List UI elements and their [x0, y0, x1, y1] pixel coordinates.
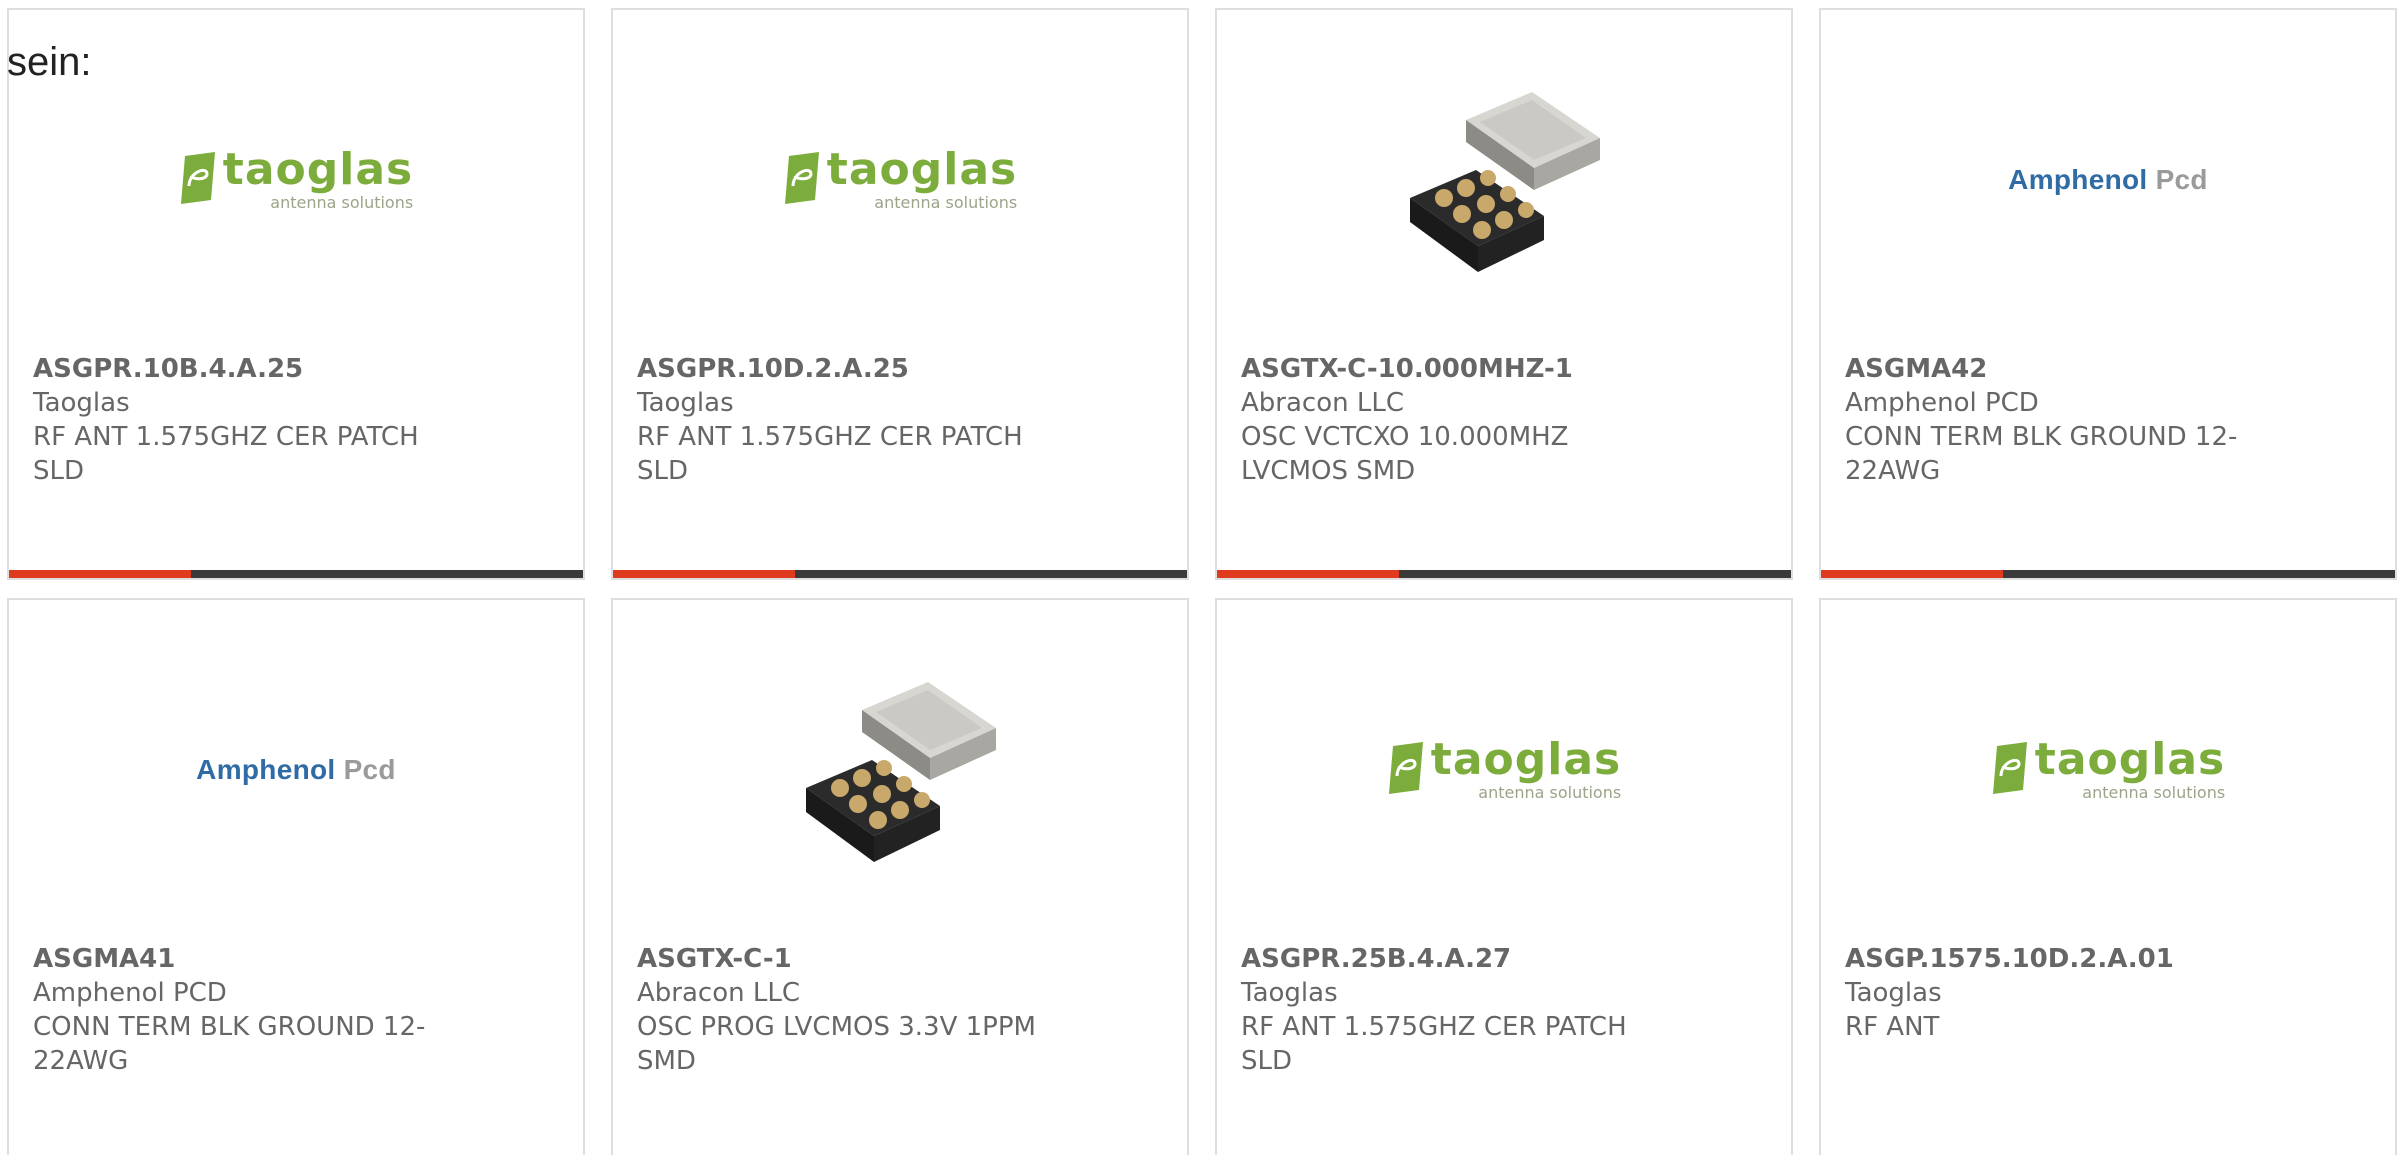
product-info: ASGTX-C-1 Abracon LLC OSC PROG LVCMOS 3.…	[637, 942, 1077, 1078]
product-card[interactable]: taoglas antenna solutions ASGPR.10D.2.A.…	[611, 8, 1189, 580]
part-number[interactable]: ASGTX-C-10.000MHZ-1	[1241, 352, 1681, 386]
product-image: Amphenol Pcd	[1821, 10, 2395, 350]
oscillator-chip-image	[1410, 92, 1600, 272]
manufacturer: Taoglas	[637, 388, 734, 418]
card-accent-bar	[613, 570, 795, 578]
product-grid-page: sein: taoglas antenna solutions ASGPR.10…	[0, 0, 2400, 1155]
taoglas-logo: taoglas antenna solutions	[783, 148, 1017, 212]
description: RF ANT 1.575GHZ CER PATCH SLD	[637, 422, 1023, 486]
product-card[interactable]: ASGTX-C-10.000MHZ-1 Abracon LLC OSC VCTC…	[1215, 8, 1793, 580]
taoglas-wordmark: taoglas	[2034, 734, 2226, 785]
card-bottom-bar	[9, 570, 583, 578]
taoglas-logo: taoglas antenna solutions	[1387, 738, 1621, 802]
product-card[interactable]: ASGTX-C-1 Abracon LLC OSC PROG LVCMOS 3.…	[611, 598, 1189, 1155]
manufacturer: Amphenol PCD	[33, 978, 227, 1008]
description: CONN TERM BLK GROUND 12-22AWG	[1845, 422, 2238, 486]
manufacturer: Amphenol PCD	[1845, 388, 2039, 418]
taoglas-wordmark: taoglas	[1430, 734, 1622, 785]
description: RF ANT 1.575GHZ CER PATCH SLD	[1241, 1012, 1627, 1076]
manufacturer: Abracon LLC	[637, 978, 800, 1008]
taoglas-logo: taoglas antenna solutions	[179, 148, 413, 212]
manufacturer: Taoglas	[1241, 978, 1338, 1008]
description: RF ANT 1.575GHZ CER PATCH SLD	[33, 422, 419, 486]
taoglas-logo: taoglas antenna solutions	[1991, 738, 2225, 802]
product-image: taoglas antenna solutions	[9, 10, 583, 350]
card-bottom-bar	[1217, 570, 1791, 578]
card-accent-bar	[1821, 570, 2003, 578]
part-number[interactable]: ASGMA42	[1845, 352, 2285, 386]
product-image: taoglas antenna solutions	[1821, 600, 2395, 940]
product-info: ASGP.1575.10D.2.A.01 Taoglas RF ANT	[1845, 942, 2285, 1044]
manufacturer: Abracon LLC	[1241, 388, 1404, 418]
intro-text: sein:	[7, 40, 92, 84]
amphenol-logo: Amphenol Pcd	[196, 754, 396, 786]
part-number[interactable]: ASGPR.25B.4.A.27	[1241, 942, 1681, 976]
product-image: Amphenol Pcd	[9, 600, 583, 940]
product-image: taoglas antenna solutions	[613, 10, 1187, 350]
taoglas-wordmark: taoglas	[222, 144, 414, 195]
taoglas-mark-icon	[180, 152, 215, 204]
taoglas-tagline: antenna solutions	[1478, 783, 1622, 802]
taoglas-tagline: antenna solutions	[874, 193, 1018, 212]
product-image	[613, 600, 1187, 940]
product-info: ASGPR.10D.2.A.25 Taoglas RF ANT 1.575GHZ…	[637, 352, 1077, 488]
product-image: taoglas antenna solutions	[1217, 600, 1791, 940]
description: CONN TERM BLK GROUND 12-22AWG	[33, 1012, 426, 1076]
amphenol-wordmark: Amphenol	[196, 754, 336, 785]
part-number[interactable]: ASGPR.10D.2.A.25	[637, 352, 1077, 386]
manufacturer: Taoglas	[33, 388, 130, 418]
description: OSC PROG LVCMOS 3.3V 1PPM SMD	[637, 1012, 1036, 1076]
oscillator-chip-image	[806, 682, 996, 862]
card-accent-bar	[9, 570, 191, 578]
card-accent-bar	[1217, 570, 1399, 578]
part-number[interactable]: ASGPR.10B.4.A.25	[33, 352, 473, 386]
product-info: ASGMA41 Amphenol PCD CONN TERM BLK GROUN…	[33, 942, 473, 1078]
description: OSC VCTCXO 10.000MHZ LVCMOS SMD	[1241, 422, 1569, 486]
product-card[interactable]: Amphenol Pcd ASGMA41 Amphenol PCD CONN T…	[7, 598, 585, 1155]
product-card[interactable]: taoglas antenna solutions ASGPR.10B.4.A.…	[7, 8, 585, 580]
taoglas-tagline: antenna solutions	[270, 193, 414, 212]
product-card[interactable]: taoglas antenna solutions ASGP.1575.10D.…	[1819, 598, 2397, 1155]
amphenol-logo: Amphenol Pcd	[2008, 164, 2208, 196]
description: RF ANT	[1845, 1012, 1940, 1042]
amphenol-pcd-wordmark: Pcd	[343, 754, 396, 785]
product-image	[1217, 10, 1791, 350]
product-card[interactable]: Amphenol Pcd ASGMA42 Amphenol PCD CONN T…	[1819, 8, 2397, 580]
product-info: ASGTX-C-10.000MHZ-1 Abracon LLC OSC VCTC…	[1241, 352, 1681, 488]
taoglas-tagline: antenna solutions	[2082, 783, 2226, 802]
product-info: ASGPR.10B.4.A.25 Taoglas RF ANT 1.575GHZ…	[33, 352, 473, 488]
product-info: ASGPR.25B.4.A.27 Taoglas RF ANT 1.575GHZ…	[1241, 942, 1681, 1078]
product-info: ASGMA42 Amphenol PCD CONN TERM BLK GROUN…	[1845, 352, 2285, 488]
amphenol-pcd-wordmark: Pcd	[2155, 164, 2208, 195]
part-number[interactable]: ASGTX-C-1	[637, 942, 1077, 976]
card-bottom-bar	[613, 570, 1187, 578]
taoglas-mark-icon	[1388, 742, 1423, 794]
amphenol-wordmark: Amphenol	[2008, 164, 2148, 195]
taoglas-wordmark: taoglas	[826, 144, 1018, 195]
manufacturer: Taoglas	[1845, 978, 1942, 1008]
part-number[interactable]: ASGMA41	[33, 942, 473, 976]
product-card[interactable]: taoglas antenna solutions ASGPR.25B.4.A.…	[1215, 598, 1793, 1155]
taoglas-mark-icon	[1992, 742, 2027, 794]
part-number[interactable]: ASGP.1575.10D.2.A.01	[1845, 942, 2285, 976]
card-bottom-bar	[1821, 570, 2395, 578]
taoglas-mark-icon	[784, 152, 819, 204]
